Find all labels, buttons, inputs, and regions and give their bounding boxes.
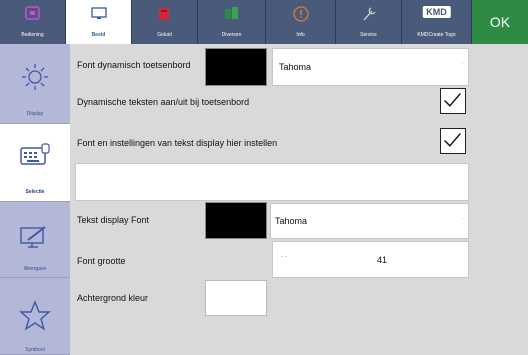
keyboard-font-value: Tahoma [279, 62, 312, 72]
speaker-icon [158, 8, 169, 20]
sidebar-item-label: Display [26, 111, 44, 117]
checkmark-icon [444, 132, 461, 147]
sidebar-item-display[interactable]: Display [0, 44, 70, 124]
background-color-swatch[interactable] [205, 280, 267, 316]
tab-label: Service [360, 32, 377, 38]
tab-label: KMDCreate Togo [417, 32, 456, 38]
dynamic-texts-checkbox[interactable] [440, 88, 466, 114]
star-icon [19, 300, 51, 331]
sidebar-item-selectie[interactable]: Selectie [0, 124, 70, 202]
tab-label: Info [296, 32, 305, 38]
tab-label: Bediening [21, 32, 44, 38]
tab-beeld[interactable]: Beeld [66, 0, 132, 44]
text-display-preview[interactable] [75, 163, 469, 201]
sidebar-item-symbool[interactable]: Symbool [0, 278, 70, 355]
chevron-down-icon: · [462, 216, 464, 222]
font-size-label: Font grootte [77, 256, 126, 266]
tab-label: Beeld [91, 32, 106, 38]
font-size-stepper[interactable]: - - 41 [272, 241, 469, 278]
top-toolbar: Bediening Beeld Geluid Diversen Info Ser… [0, 0, 528, 44]
kmd-logo: KMD [422, 6, 451, 18]
dropdown-indicator: · [266, 216, 268, 222]
text-display-font-label: Tekst display Font [77, 215, 150, 225]
decrement-handle[interactable]: - - [281, 254, 287, 260]
display-font-value: Tahoma [275, 216, 308, 226]
keyboard-icon [20, 143, 50, 165]
info-icon [292, 6, 309, 22]
diversen-icon [224, 7, 238, 19]
monitor-pen-icon [20, 226, 46, 248]
font-display-settings-checkbox[interactable] [440, 128, 466, 154]
font-size-value: 41 [377, 255, 388, 265]
wrench-icon [362, 7, 376, 21]
dropdown-indicator: · [266, 58, 268, 64]
ok-button[interactable]: OK [472, 0, 528, 44]
sidebar-item-label: Selectie [25, 189, 45, 195]
font-keyboard-label: Font dynamisch toetsenbord [77, 60, 191, 70]
background-color-label: Achtergrond kleur [77, 293, 149, 303]
checkmark-icon [444, 92, 461, 107]
tab-info[interactable]: Info [266, 0, 336, 44]
tab-geluid[interactable]: Geluid [132, 0, 198, 44]
sidebar-item-label: Symbool [25, 347, 45, 353]
tab-label: Geluid [157, 32, 172, 38]
monitor-icon [90, 7, 107, 19]
dropdown-indicator: · [266, 294, 268, 300]
tab-bediening[interactable]: Bediening [0, 0, 66, 44]
display-font-color-swatch[interactable] [205, 202, 267, 239]
sidebar-item-weergave[interactable]: Weergave [0, 202, 70, 278]
tab-diversen[interactable]: Diversen [198, 0, 266, 44]
sun-icon [22, 64, 48, 90]
font-display-settings-label: Font en instellingen van tekst display h… [77, 138, 278, 148]
display-font-select[interactable]: Tahoma · [270, 203, 469, 239]
keyboard-font-color-swatch[interactable] [205, 48, 267, 86]
dynamic-texts-label: Dynamische teksten aan/uit bij toetsenbo… [77, 97, 250, 107]
tab-kmdcreate-togo[interactable]: KMD KMDCreate Togo [402, 0, 472, 44]
sidebar-item-label: Weergave [23, 266, 47, 272]
chevron-down-icon: · [462, 61, 464, 67]
tab-label: Diversen [221, 32, 242, 38]
tab-service[interactable]: Service [336, 0, 402, 44]
keyboard-font-select[interactable]: Tahoma · [272, 48, 469, 86]
hand-icon [24, 6, 40, 20]
